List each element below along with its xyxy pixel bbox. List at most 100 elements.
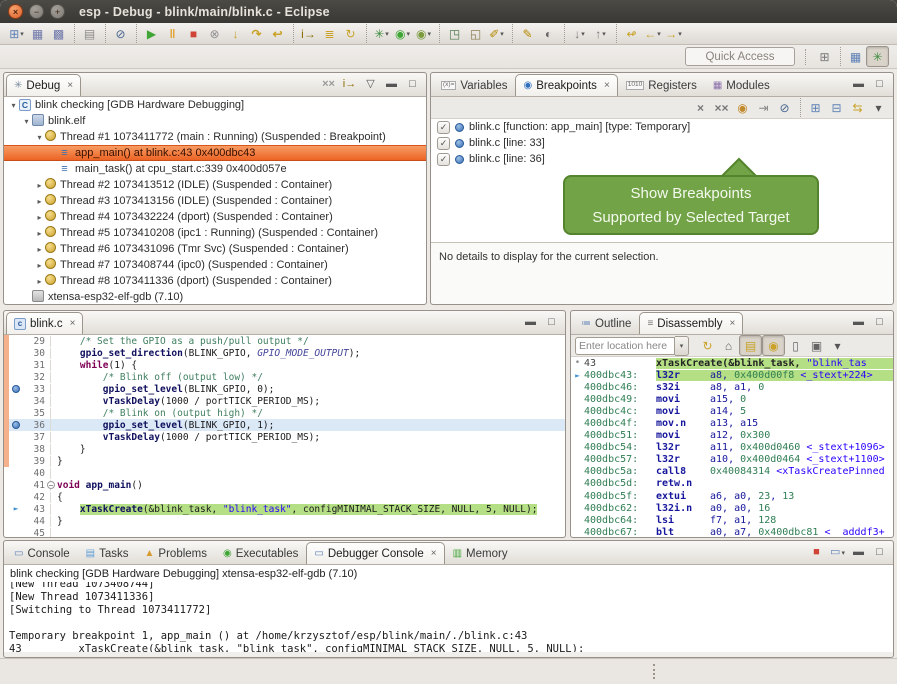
previous-annotation-icon-dropdown[interactable]: ▾ xyxy=(602,30,606,38)
disassembly-listing[interactable]: •43xTaskCreate(&blink_task, "blink_tas►4… xyxy=(571,357,893,537)
view-menu-icon[interactable]: ▾ xyxy=(868,98,889,117)
editor-line-41[interactable]: 41−void app_main() xyxy=(4,479,565,491)
expander-icon[interactable]: ▸ xyxy=(34,197,45,206)
expander-icon[interactable]: ▸ xyxy=(34,213,45,222)
print-icon[interactable]: ▤ xyxy=(74,24,100,43)
editor-line-32[interactable]: 32 /* Blink off (output low) */ xyxy=(4,371,565,383)
debug-tree-item[interactable]: ▸Thread #4 1073432224 (dport) (Suspended… xyxy=(4,209,426,225)
maximize-icon[interactable]: □ xyxy=(869,543,890,562)
tab-outline[interactable]: ≔Outline xyxy=(573,312,639,334)
disassembly-line[interactable]: 400dbc67:blta0, a7, 0x400dbc81 <__adddf3… xyxy=(571,526,893,537)
previous-annotation-icon[interactable]: ↑▾ xyxy=(590,24,611,43)
editor-line-45[interactable]: 45 xyxy=(4,527,565,537)
debug-perspective-button[interactable]: ✳ xyxy=(866,46,889,67)
minimize-icon[interactable]: ▬ xyxy=(520,313,541,332)
editor-line-42[interactable]: 42{ xyxy=(4,491,565,503)
disassembly-line[interactable]: 400dbc62:l32i.na0, a0, 16 xyxy=(571,502,893,514)
breakpoint-item[interactable]: ✓blink.c [line: 36] xyxy=(431,151,893,167)
open-resource-icon[interactable]: ◱ xyxy=(465,24,486,43)
editor-line-44[interactable]: 44} xyxy=(4,515,565,527)
breakpoint-item[interactable]: ✓blink.c [function: app_main] [type: Tem… xyxy=(431,119,893,135)
expander-icon[interactable]: ▾ xyxy=(21,117,32,126)
resume-icon[interactable]: ▶ xyxy=(136,24,162,43)
disassembly-line[interactable]: 400dbc4f:mov.na13, a15 xyxy=(571,417,893,429)
minimize-icon[interactable]: ▬ xyxy=(848,543,869,562)
debug-tree-item[interactable]: ▸Thread #2 1073413512 (IDLE) (Suspended … xyxy=(4,177,426,193)
tab-disassembly[interactable]: ≡Disassembly× xyxy=(639,312,743,334)
tab-debugger-console[interactable]: ▭Debugger Console× xyxy=(306,542,444,564)
debug-tree-item[interactable]: ▸Thread #6 1073431096 (Tmr Svc) (Suspend… xyxy=(4,241,426,257)
tab-memory[interactable]: ▥Memory xyxy=(445,542,516,564)
disconnect-icon[interactable]: ⊗ xyxy=(204,24,225,43)
remove-breakpoint-icon[interactable]: × xyxy=(690,98,711,117)
tab-registers[interactable]: 1010Registers xyxy=(618,74,705,96)
remove-all-breakpoints-icon[interactable]: ×× xyxy=(711,98,732,117)
disassembly-line[interactable]: 400dbc57:l32ra10, 0x400d0464 <_stext+110… xyxy=(571,454,893,466)
close-tab-icon[interactable]: × xyxy=(431,548,437,559)
expander-icon[interactable]: ▸ xyxy=(34,229,45,238)
track-expression-icon[interactable]: ◉ xyxy=(762,335,785,356)
terminate-icon[interactable]: ■ xyxy=(183,24,204,43)
goto-file-icon[interactable]: ⇥ xyxy=(753,98,774,117)
close-tab-icon[interactable]: × xyxy=(70,318,76,329)
tab-console[interactable]: ▭Console xyxy=(6,542,78,564)
remove-terminated-icon[interactable]: ×× xyxy=(318,75,339,94)
view-menu-icon[interactable]: ▽ xyxy=(360,75,381,94)
disassembly-line[interactable]: 400dbc64:lsif7, a1, 128 xyxy=(571,514,893,526)
tab-breakpoints[interactable]: ◉Breakpoints× xyxy=(515,74,617,96)
step-into-icon[interactable]: ↓ xyxy=(225,24,246,43)
annotation-ruler[interactable] xyxy=(9,421,23,429)
editor-line-40[interactable]: 40 xyxy=(4,467,565,479)
collapse-all-icon[interactable]: ⊟ xyxy=(826,98,847,117)
minimize-icon[interactable]: ▬ xyxy=(381,75,402,94)
annotations-icon[interactable]: ◐ xyxy=(538,24,559,43)
expander-icon[interactable]: ▾ xyxy=(8,101,19,110)
editor-line-33[interactable]: 33 gpio_set_level(BLINK_GPIO, 0); xyxy=(4,383,565,395)
home-icon[interactable]: ⌂ xyxy=(718,336,739,355)
tab-variables[interactable]: (x)=Variables xyxy=(433,74,515,96)
disassembly-line[interactable]: 400dbc49:movia15, 0 xyxy=(571,393,893,405)
debug-tree-item[interactable]: ▸Thread #7 1073408744 (ipc0) (Suspended … xyxy=(4,257,426,273)
disassembly-line[interactable]: ►400dbc43:l32ra8, 0x400d00f8 <_stext+224… xyxy=(571,369,893,381)
terminate-console-icon[interactable]: ■ xyxy=(806,543,827,562)
quick-access[interactable]: Quick Access xyxy=(685,47,795,66)
editor-line-43[interactable]: ►43 xTaskCreate(&blink_task, "blink_task… xyxy=(4,503,565,515)
disassembly-line[interactable]: 400dbc51:movia12, 0x300 xyxy=(571,430,893,442)
external-tools-icon[interactable]: ◉▾ xyxy=(413,24,434,43)
save-all-icon[interactable]: ▩ xyxy=(48,24,69,43)
maximize-icon[interactable]: □ xyxy=(402,75,423,94)
launch-shortcut-icon[interactable]: ✐▾ xyxy=(486,24,507,43)
expander-icon[interactable]: ▸ xyxy=(34,181,45,190)
tab-executables[interactable]: ◉Executables xyxy=(215,542,306,564)
external-tools-icon-dropdown[interactable]: ▾ xyxy=(427,30,431,38)
debug-tree-item[interactable]: ▸Thread #3 1073413156 (IDLE) (Suspended … xyxy=(4,193,426,209)
close-tab-icon[interactable]: × xyxy=(67,80,73,91)
step-over-icon[interactable]: ↷ xyxy=(246,24,267,43)
editor-line-38[interactable]: 38 } xyxy=(4,443,565,455)
debug-tree-item[interactable]: ▾Cblink checking [GDB Hardware Debugging… xyxy=(4,97,426,113)
tab-problems[interactable]: ▲Problems xyxy=(137,542,215,564)
instruction-step-toggle-icon[interactable]: i→ xyxy=(339,75,360,94)
next-annotation-icon[interactable]: ↓▾ xyxy=(564,24,590,43)
disassembly-source-line[interactable]: •43xTaskCreate(&blink_task, "blink_tas xyxy=(571,357,893,369)
editor-line-30[interactable]: 30 gpio_set_direction(BLINK_GPIO, GPIO_M… xyxy=(4,347,565,359)
profile-icon[interactable]: ↻ xyxy=(340,24,361,43)
next-annotation-icon-dropdown[interactable]: ▾ xyxy=(581,30,585,38)
drag-handle[interactable] xyxy=(653,664,655,679)
editor-line-34[interactable]: 34 vTaskDelay(1000 / portTICK_PERIOD_MS)… xyxy=(4,395,565,407)
maximize-icon[interactable]: □ xyxy=(869,313,890,332)
show-source-icon[interactable]: ▤ xyxy=(739,335,762,356)
close-tab-icon[interactable]: × xyxy=(729,318,735,329)
instruction-stepping-icon[interactable]: i→ xyxy=(293,24,319,43)
maximize-icon[interactable]: □ xyxy=(869,75,890,94)
breakpoint-checkbox[interactable]: ✓ xyxy=(437,137,450,150)
editor-line-29[interactable]: 29 /* Set the GPIO as a push/pull output… xyxy=(4,335,565,347)
suspend-icon[interactable]: ‖ xyxy=(162,24,183,43)
run-icon-dropdown[interactable]: ▾ xyxy=(406,30,410,38)
editor-line-35[interactable]: 35 /* Blink on (output high) */ xyxy=(4,407,565,419)
minimize-icon[interactable]: ▬ xyxy=(848,75,869,94)
disassembly-line[interactable]: 400dbc5a:call80x40084314 <xTaskCreatePin… xyxy=(571,466,893,478)
expand-all-icon[interactable]: ⊞ xyxy=(800,98,826,117)
breakpoint-item[interactable]: ✓blink.c [line: 33] xyxy=(431,135,893,151)
annotation-ruler[interactable]: ► xyxy=(9,505,23,513)
